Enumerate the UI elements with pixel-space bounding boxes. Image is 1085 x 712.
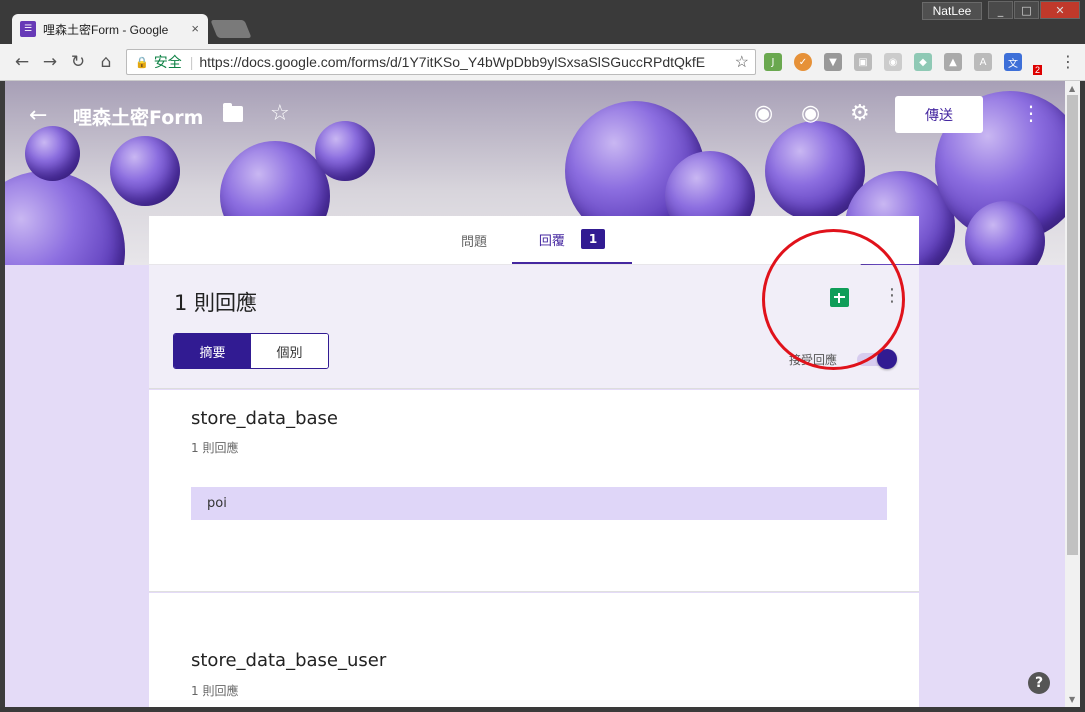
decorative-bubble — [5, 171, 125, 265]
shield-extension-icon[interactable]: ▼ — [824, 53, 842, 71]
response-count-badge: 1 — [580, 229, 606, 249]
extension-icon[interactable]: ◆ — [914, 53, 932, 71]
settings-gear-icon[interactable]: ⚙ — [850, 101, 870, 126]
omnibox-divider: | — [189, 54, 194, 70]
help-icon[interactable]: ? — [1028, 672, 1050, 694]
tab-questions[interactable]: 問題 — [461, 216, 487, 264]
bookmark-star-icon[interactable]: ☆ — [730, 52, 749, 72]
chrome-menu-icon[interactable]: ⋮ — [1060, 52, 1076, 71]
annotation-red-circle — [762, 229, 905, 370]
scrollbar-thumb[interactable] — [1067, 95, 1078, 555]
home-icon[interactable]: ⌂ — [96, 52, 116, 72]
forward-arrow-icon[interactable]: → — [40, 52, 60, 72]
decorative-bubble — [25, 126, 80, 181]
question-title: store_data_base — [191, 408, 338, 429]
tab-questions-label: 問題 — [461, 234, 488, 250]
question-response-count: 1 則回應 — [191, 441, 239, 455]
minimize-button[interactable]: _ — [988, 1, 1013, 19]
palette-icon[interactable]: ◉ — [754, 101, 773, 126]
browser-toolbar: ← → ↻ ⌂ 🔒 安全 | https://docs.google.com/f… — [0, 44, 1085, 81]
translate-extension-icon[interactable]: 文 — [1004, 53, 1022, 71]
page-viewport: ← 哩森土密Form ☆ ◉ ◉ ⚙ 傳送 ⋮ 問題 回覆 1 1 則回應 摘要… — [5, 81, 1065, 707]
form-title[interactable]: 哩森土密Form — [73, 103, 203, 130]
question-response-count: 1 則回應 — [191, 684, 239, 698]
window-frame — [1080, 81, 1085, 712]
address-bar[interactable]: 🔒 安全 | https://docs.google.com/forms/d/1… — [126, 49, 756, 75]
maximize-button[interactable]: □ — [1014, 1, 1039, 19]
scroll-down-arrow-icon[interactable]: ▼ — [1069, 695, 1075, 704]
extension-icons: J ✓ ▼ ▣ ◉ ◆ ▲ A 文 — [764, 53, 1022, 71]
extension-badge: 2 — [1033, 65, 1043, 75]
profile-user-button[interactable]: NatLee — [922, 2, 982, 20]
more-vert-icon[interactable]: ⋮ — [1021, 101, 1041, 125]
question-summary-card: store_data_base_user 1 則回應 — [149, 593, 919, 707]
individual-view-button[interactable]: 個別 — [251, 334, 328, 368]
camera-extension-icon[interactable]: ◉ — [884, 53, 902, 71]
reload-icon[interactable]: ↻ — [68, 52, 88, 72]
preview-eye-icon[interactable]: ◉ — [801, 101, 820, 126]
url-text: https://docs.google.com/forms/d/1Y7itKSo… — [199, 54, 706, 70]
star-icon[interactable]: ☆ — [270, 101, 290, 126]
answer-row: poi — [191, 487, 887, 520]
question-title: store_data_base_user — [191, 650, 387, 671]
secure-label: 安全 — [153, 54, 182, 70]
answer-text: poi — [207, 496, 227, 511]
decorative-bubble — [315, 121, 375, 181]
new-tab-button[interactable] — [210, 20, 252, 38]
tab-close-icon[interactable]: × — [191, 21, 199, 36]
decorative-bubble — [110, 136, 180, 206]
tab-title: 哩森土密Form - Google — [43, 22, 169, 37]
folder-icon[interactable] — [223, 103, 243, 122]
extension-icon[interactable]: ✓ — [794, 53, 812, 71]
scroll-up-arrow-icon[interactable]: ▲ — [1069, 84, 1075, 93]
window-frame — [0, 707, 1085, 712]
browser-titlebar: ☰ 哩森土密Form - Google × NatLee _ □ ✕ — [0, 0, 1085, 44]
responses-count-title: 1 則回應 — [174, 291, 258, 315]
tab-responses[interactable]: 回覆 1 — [512, 216, 632, 264]
summary-view-button[interactable]: 摘要 — [174, 334, 251, 368]
back-arrow-icon[interactable]: ← — [29, 103, 47, 128]
extension-icon[interactable]: J — [764, 53, 782, 71]
pdf-extension-icon[interactable]: A — [974, 53, 992, 71]
browser-tab[interactable]: ☰ 哩森土密Form - Google × — [12, 14, 208, 44]
send-button[interactable]: 傳送 — [895, 96, 983, 133]
page-scrollbar[interactable]: ▲ ▼ — [1065, 81, 1080, 707]
question-summary-card: store_data_base 1 則回應 poi — [149, 390, 919, 592]
lock-icon: 🔒 — [135, 56, 149, 69]
view-toggle: 摘要 個別 — [173, 333, 329, 369]
back-arrow-icon[interactable]: ← — [12, 52, 32, 72]
tab-responses-label: 回覆 — [538, 233, 565, 249]
close-window-button[interactable]: ✕ — [1040, 1, 1080, 19]
image-extension-icon[interactable]: ▣ — [854, 53, 872, 71]
drive-extension-icon[interactable]: ▲ — [944, 53, 962, 71]
forms-favicon-icon: ☰ — [20, 21, 36, 37]
